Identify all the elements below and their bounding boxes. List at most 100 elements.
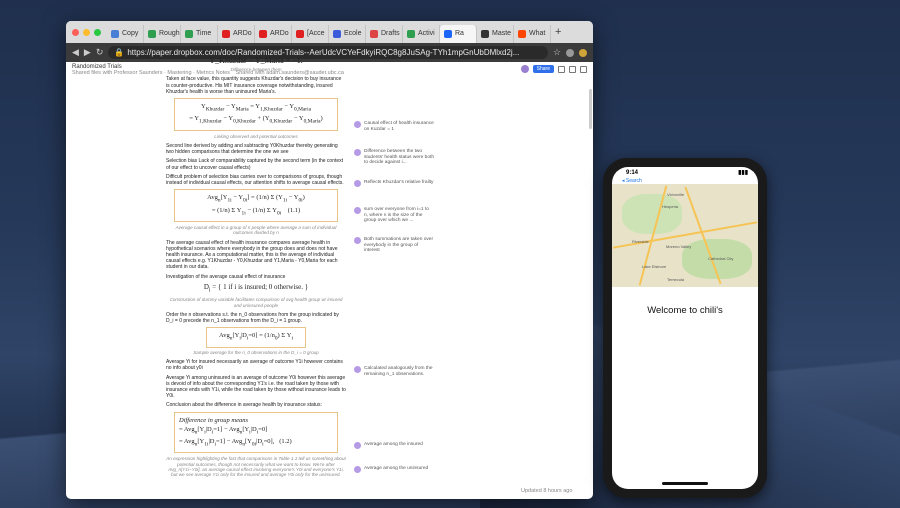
comment-item[interactable]: Average among the uninsured — [354, 466, 434, 473]
more-icon[interactable] — [580, 65, 587, 73]
comment-text: sum over everyone from i=1 to n, where n… — [364, 207, 429, 224]
tab-label: [Acce — [307, 30, 325, 37]
avatar — [354, 121, 361, 128]
caption: Linking observed and potential outcomes — [214, 133, 298, 139]
welcome-label: Welcome to chili's — [647, 305, 723, 316]
tab-favicon-icon — [444, 29, 452, 38]
paragraph: Selection bias Lack of comparability cap… — [166, 158, 344, 171]
browser-tab[interactable]: What — [514, 24, 551, 43]
back-arrow-icon[interactable]: ◀ — [72, 47, 79, 58]
scrollbar[interactable] — [589, 89, 592, 129]
tab-favicon-icon — [222, 29, 230, 38]
doc-body: Y_Khuzdar − Y_Maria = −1. Difference bet… — [166, 54, 346, 482]
browser-tab[interactable]: ARDo — [218, 24, 255, 43]
comment-item[interactable]: Reflects Khuzdar's relative frailty — [354, 180, 434, 187]
avatar — [354, 442, 361, 449]
tab-label: Rough — [159, 30, 180, 37]
tab-favicon-icon — [259, 29, 267, 38]
browser-tab[interactable]: [Acce — [292, 24, 329, 43]
comment-item[interactable]: Difference between the two students' hea… — [354, 149, 434, 166]
home-indicator[interactable] — [662, 482, 708, 485]
map-view[interactable]: Victorville Hesperia Moreno Valley Lake … — [612, 184, 758, 287]
minimize-window-button[interactable] — [83, 28, 90, 36]
tab-label: ARDo — [270, 30, 289, 37]
browser-tab[interactable]: Rough — [144, 24, 181, 43]
tab-favicon-icon — [111, 29, 119, 38]
caption: Difference between them — [230, 67, 282, 72]
map-label: Lake Elsinore — [642, 264, 667, 269]
phone-simulator: 9:14 ▮▮▮ ◂ Search Victorville Hesperia M… — [603, 158, 767, 498]
extension-icon[interactable] — [566, 48, 574, 57]
profile-icon[interactable] — [579, 48, 587, 57]
map-label: Hesperia — [662, 204, 679, 209]
paragraph: Difficult problem of selection bias carr… — [166, 173, 344, 187]
paragraph: Conclusion about the difference in avera… — [166, 402, 322, 409]
equation-sample: Avgn[Yi|Di=0] = (1/n0) Σ Yi — [206, 327, 306, 348]
tab-favicon-icon — [407, 29, 415, 38]
paragraph: Taken at face value, this quantity sugge… — [166, 76, 342, 95]
browser-tab[interactable]: Time — [181, 24, 218, 43]
tab-label: Ra — [455, 30, 464, 37]
comment-item[interactable]: Calculated analogously from the remainin… — [354, 366, 434, 377]
caption: An expression highlighting the fact that… — [166, 456, 346, 478]
equation-heading: Difference in group means — [179, 416, 249, 424]
forward-arrow-icon[interactable]: ▶ — [84, 47, 91, 58]
equation-linking: YKhuzdar − YMaria = Y1,Khuzdar − Y0,Mari… — [174, 98, 338, 131]
comment-item[interactable]: sum over everyone from i=1 to n, where n… — [354, 207, 434, 224]
browser-tab[interactable]: Ra — [440, 24, 477, 43]
caption: Construction of dummy variable facilitat… — [169, 297, 343, 308]
equation-dummy: Di = { 1 if i is insured; 0 otherwise. } — [203, 282, 309, 294]
star-icon[interactable]: ☆ — [553, 47, 561, 58]
battery-icon: ▮▮▮ — [738, 170, 748, 176]
tab-label: Drafts — [381, 30, 400, 37]
reload-icon[interactable]: ↻ — [96, 47, 104, 58]
zoom-window-button[interactable] — [94, 28, 101, 36]
equation-average: Avgn[Y1i − Y0i] = (1/n) Σ (Y1i − Y0i) = … — [174, 189, 338, 222]
map-label: Temecula — [667, 277, 685, 282]
tab-favicon-icon — [370, 29, 378, 38]
avatar — [354, 180, 361, 187]
history-icon[interactable] — [569, 65, 576, 73]
edit-icon[interactable] — [558, 65, 565, 73]
paragraph: Average Yi among uninsured is an average… — [166, 374, 346, 400]
share-button[interactable]: Share — [532, 65, 554, 73]
close-window-button[interactable] — [72, 28, 79, 36]
browser-tab[interactable]: Copy — [107, 24, 144, 43]
tab-favicon-icon — [481, 29, 489, 38]
browser-tab[interactable]: ARDo — [255, 24, 292, 43]
comment-item[interactable]: Causal effect of health insurance on Kuz… — [354, 121, 434, 132]
map-label: Victorville — [667, 192, 685, 197]
browser-tab[interactable]: Ecole — [329, 24, 366, 43]
tab-favicon-icon — [296, 29, 304, 38]
tab-label: Maste — [492, 30, 512, 37]
comment-text: Difference between the two students' hea… — [364, 149, 434, 166]
tab-favicon-icon — [518, 29, 526, 38]
status-bar: 9:14 ▮▮▮ — [612, 167, 758, 178]
tab-label: Time — [196, 30, 212, 37]
equation-difference: Difference in group means = Avgn[Yi|Di=1… — [174, 411, 338, 454]
tab-label: Copy — [122, 30, 139, 37]
comment-text: Causal effect of health insurance on Kuz… — [364, 121, 434, 132]
tab-label: What — [529, 30, 546, 37]
avatar[interactable] — [520, 65, 529, 73]
browser-tab[interactable]: Maste — [477, 24, 514, 43]
phone-screen: 9:14 ▮▮▮ ◂ Search Victorville Hesperia M… — [612, 167, 758, 489]
avatar — [354, 466, 361, 473]
new-tab-button[interactable]: + — [551, 26, 565, 38]
avatar — [354, 237, 361, 244]
tab-bar: Copy Rough Time ARDo ARDo [Acce Ecole Drafts Act… — [66, 21, 593, 43]
map-label: Riverside — [632, 239, 649, 244]
browser-tab[interactable]: Activi — [403, 24, 440, 43]
comment-text: Reflects Khuzdar's relative frailty — [364, 180, 434, 185]
tab-favicon-icon — [333, 29, 341, 38]
comment-item[interactable]: Average among the insured — [354, 442, 434, 449]
tab-label: Ecole — [344, 30, 362, 37]
paragraph: The average causal effect of health insu… — [166, 239, 338, 271]
tab-label: ARDo — [233, 30, 252, 37]
avatar — [354, 207, 361, 214]
updated-status: Updated 8 hours ago — [521, 488, 573, 494]
paragraph: Investigation of the average causal effe… — [166, 273, 286, 280]
clock: 9:14 — [626, 169, 639, 176]
comment-item[interactable]: Both summations are taken over everybody… — [354, 237, 434, 254]
browser-tab[interactable]: Drafts — [366, 24, 403, 43]
